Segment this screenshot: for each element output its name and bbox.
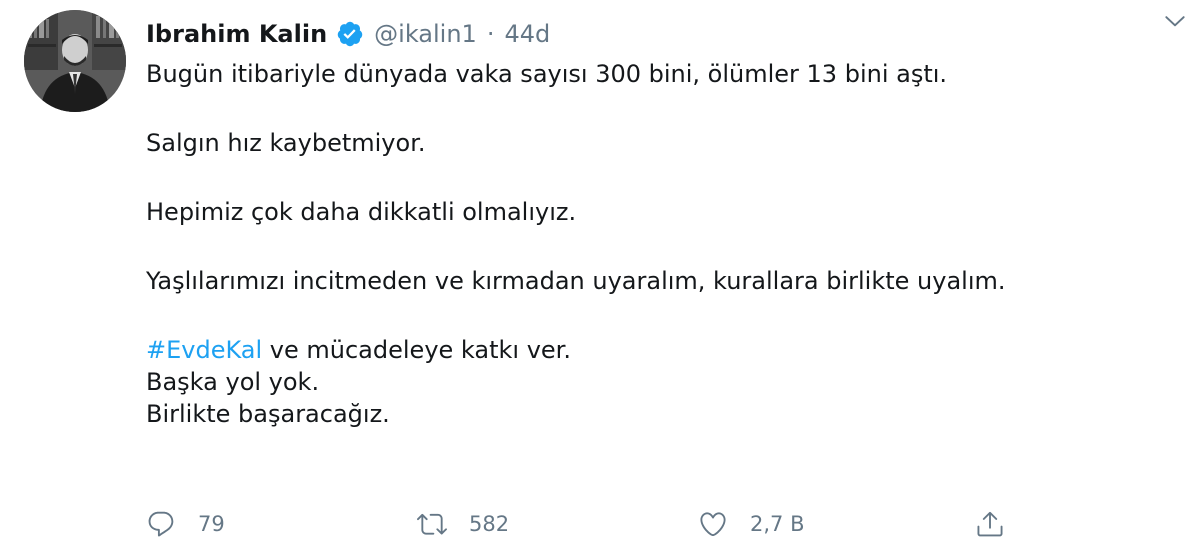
tweet-card: Ibrahim Kalin @ikalin1 · 44d Bugün itiba…	[0, 0, 1200, 551]
separator-dot: ·	[486, 20, 495, 48]
tweet-line-hashtag: #EvdeKal ve mücadeleye katkı ver.	[146, 334, 1180, 366]
tweet-line: Birlikte başaracağız.	[146, 400, 390, 428]
tweet-line: Başka yol yok.	[146, 368, 320, 396]
like-button[interactable]: 2,7 B	[698, 506, 804, 542]
retweet-button[interactable]: 582	[417, 506, 509, 542]
tweet-line: Salgın hız kaybetmiyor.	[146, 129, 426, 157]
hashtag-link[interactable]: #EvdeKal	[146, 336, 262, 364]
author-name[interactable]: Ibrahim Kalin	[146, 20, 327, 48]
reply-count: 79	[198, 512, 225, 536]
caret-down-icon[interactable]	[1162, 8, 1188, 34]
share-icon	[977, 511, 1003, 537]
verified-badge-icon	[336, 20, 364, 48]
reply-icon	[148, 511, 174, 537]
author-handle[interactable]: @ikalin1	[374, 20, 477, 48]
like-count: 2,7 B	[750, 512, 805, 536]
tweet-line: Bugün itibariyle dünyada vaka sayısı 300…	[146, 60, 948, 88]
tweet-line-rest: ve mücadeleye katkı ver.	[262, 336, 571, 364]
retweet-count: 582	[469, 512, 510, 536]
avatar[interactable]	[24, 10, 126, 112]
avatar-photo	[24, 10, 126, 112]
timestamp[interactable]: 44d	[504, 20, 550, 48]
retweet-icon	[417, 513, 447, 535]
share-button[interactable]	[975, 506, 1005, 542]
tweet-line: Yaşlılarımızı incitmeden ve kırmadan uya…	[146, 267, 1006, 295]
like-icon	[700, 512, 726, 537]
tweet-line: Hepimiz çok daha dikkatli olmalıyız.	[146, 198, 577, 226]
reply-button[interactable]: 79	[146, 506, 225, 542]
tweet-header: Ibrahim Kalin @ikalin1 · 44d	[146, 12, 1180, 56]
tweet-text: Bugün itibariyle dünyada vaka sayısı 300…	[146, 58, 1180, 430]
tweet-content: Ibrahim Kalin @ikalin1 · 44d Bugün itiba…	[146, 12, 1180, 430]
tweet-actions: 79 582 2,7 B	[146, 506, 1186, 542]
